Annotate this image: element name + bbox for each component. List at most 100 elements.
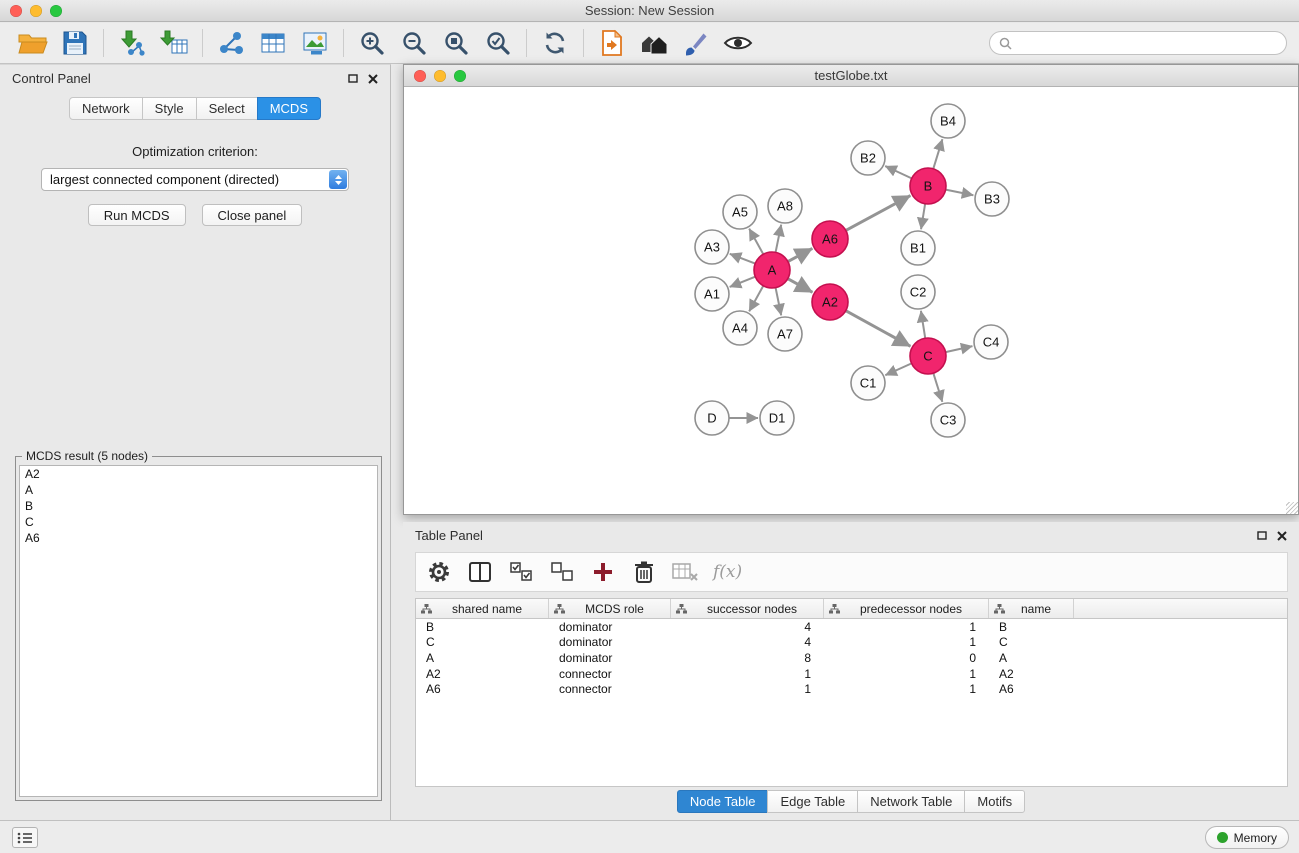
zoom-window-button[interactable]: [50, 5, 62, 17]
node-D1[interactable]: D1: [760, 401, 794, 435]
memory-button[interactable]: Memory: [1205, 826, 1289, 849]
optimization-criterion-select[interactable]: largest connected component (directed): [41, 168, 349, 191]
result-item[interactable]: A6: [20, 530, 377, 546]
node-A7[interactable]: A7: [768, 317, 802, 351]
table-row[interactable]: A2connector11A2: [416, 666, 1287, 682]
result-item[interactable]: A: [20, 482, 377, 498]
export-document-button[interactable]: [591, 26, 633, 60]
delete-row-button[interactable]: [631, 558, 657, 586]
table-row[interactable]: Cdominator41C: [416, 635, 1287, 651]
edge-C-C3[interactable]: [933, 373, 942, 402]
new-table-button[interactable]: [252, 26, 294, 60]
network-canvas[interactable]: B4B2BB3A5A8A6A3B1AC2A1A2A4A7C4CC1DD1C3: [404, 87, 1298, 514]
column-header-successor-nodes[interactable]: successor nodes: [671, 599, 824, 618]
close-window-button[interactable]: [10, 5, 22, 17]
save-session-button[interactable]: [54, 26, 96, 60]
function-builder-button[interactable]: f(x): [713, 558, 742, 586]
edge-B-B4[interactable]: [933, 139, 942, 169]
show-columns-button[interactable]: [467, 558, 493, 586]
node-A8[interactable]: A8: [768, 189, 802, 223]
edge-A-A4[interactable]: [749, 286, 763, 312]
edge-A-A1[interactable]: [730, 277, 756, 287]
tab-network[interactable]: Network: [69, 97, 143, 120]
edge-A2-C[interactable]: [846, 311, 911, 347]
node-A1[interactable]: A1: [695, 277, 729, 311]
new-network-button[interactable]: [210, 26, 252, 60]
home-button[interactable]: [633, 26, 675, 60]
node-D[interactable]: D: [695, 401, 729, 435]
edge-C-C4[interactable]: [946, 346, 973, 352]
resize-grip[interactable]: [1286, 502, 1298, 514]
deselect-all-button[interactable]: [549, 558, 575, 586]
select-all-button[interactable]: [508, 558, 534, 586]
node-A2[interactable]: A2: [812, 284, 848, 320]
edge-A-A5[interactable]: [749, 229, 763, 255]
node-A[interactable]: A: [754, 252, 790, 288]
show-hide-button[interactable]: [717, 26, 759, 60]
edge-A-A7[interactable]: [776, 288, 782, 316]
tab-style[interactable]: Style: [142, 97, 197, 120]
node-A6[interactable]: A6: [812, 221, 848, 257]
import-network-button[interactable]: [111, 26, 153, 60]
table-row[interactable]: Bdominator41B: [416, 619, 1287, 635]
node-C[interactable]: C: [910, 338, 946, 374]
run-mcds-button[interactable]: Run MCDS: [88, 204, 186, 226]
edge-C-C1[interactable]: [885, 363, 911, 375]
network-close-button[interactable]: [414, 70, 426, 82]
tab-select[interactable]: Select: [196, 97, 258, 120]
node-C4[interactable]: C4: [974, 325, 1008, 359]
zoom-selected-button[interactable]: [477, 26, 519, 60]
edge-A-A2[interactable]: [788, 279, 813, 293]
result-item[interactable]: C: [20, 514, 377, 530]
float-panel-button[interactable]: [347, 73, 358, 84]
tab-node-table[interactable]: Node Table: [677, 790, 769, 813]
edge-B-B1[interactable]: [921, 204, 925, 229]
edge-A6-B[interactable]: [846, 196, 911, 231]
edge-A-A6[interactable]: [788, 248, 812, 261]
edge-B-B2[interactable]: [885, 166, 911, 178]
node-C2[interactable]: C2: [901, 275, 935, 309]
node-B2[interactable]: B2: [851, 141, 885, 175]
style-button[interactable]: [675, 26, 717, 60]
edge-B-B3[interactable]: [946, 190, 974, 196]
column-header-predecessor-nodes[interactable]: predecessor nodes: [824, 599, 989, 618]
tab-motifs[interactable]: Motifs: [964, 790, 1025, 813]
delete-table-button[interactable]: [672, 558, 698, 586]
show-panels-button[interactable]: [12, 827, 38, 848]
table-row[interactable]: Adominator80A: [416, 650, 1287, 666]
close-table-panel-button[interactable]: [1276, 530, 1287, 541]
node-C1[interactable]: C1: [851, 366, 885, 400]
table-row[interactable]: A6connector11A6: [416, 681, 1287, 697]
export-image-button[interactable]: [294, 26, 336, 60]
refresh-button[interactable]: [534, 26, 576, 60]
network-minimize-button[interactable]: [434, 70, 446, 82]
minimize-window-button[interactable]: [30, 5, 42, 17]
tab-edge-table[interactable]: Edge Table: [767, 790, 858, 813]
node-B1[interactable]: B1: [901, 231, 935, 265]
search-field[interactable]: [989, 31, 1287, 55]
node-C3[interactable]: C3: [931, 403, 965, 437]
result-item[interactable]: B: [20, 498, 377, 514]
result-item[interactable]: A2: [20, 466, 377, 482]
import-table-button[interactable]: [153, 26, 195, 60]
search-input[interactable]: [1017, 36, 1277, 51]
zoom-fit-button[interactable]: [435, 26, 477, 60]
open-session-button[interactable]: [12, 26, 54, 60]
node-A3[interactable]: A3: [695, 230, 729, 264]
close-panel-button[interactable]: [367, 73, 378, 84]
edge-A-A3[interactable]: [730, 254, 755, 264]
add-row-button[interactable]: [590, 558, 616, 586]
edge-A-A8[interactable]: [776, 225, 782, 253]
node-A4[interactable]: A4: [723, 311, 757, 345]
network-graph[interactable]: B4B2BB3A5A8A6A3B1AC2A1A2A4A7C4CC1DD1C3: [404, 87, 1298, 514]
table-settings-button[interactable]: [426, 558, 452, 586]
column-header-shared-name[interactable]: shared name: [416, 599, 549, 618]
column-header-name[interactable]: name: [989, 599, 1074, 618]
node-A5[interactable]: A5: [723, 195, 757, 229]
network-zoom-button[interactable]: [454, 70, 466, 82]
tab-mcds[interactable]: MCDS: [257, 97, 321, 120]
mcds-result-list[interactable]: A2ABCA6: [19, 465, 378, 797]
close-panel-button-secondary[interactable]: Close panel: [202, 204, 303, 226]
tab-network-table[interactable]: Network Table: [857, 790, 965, 813]
node-B[interactable]: B: [910, 168, 946, 204]
